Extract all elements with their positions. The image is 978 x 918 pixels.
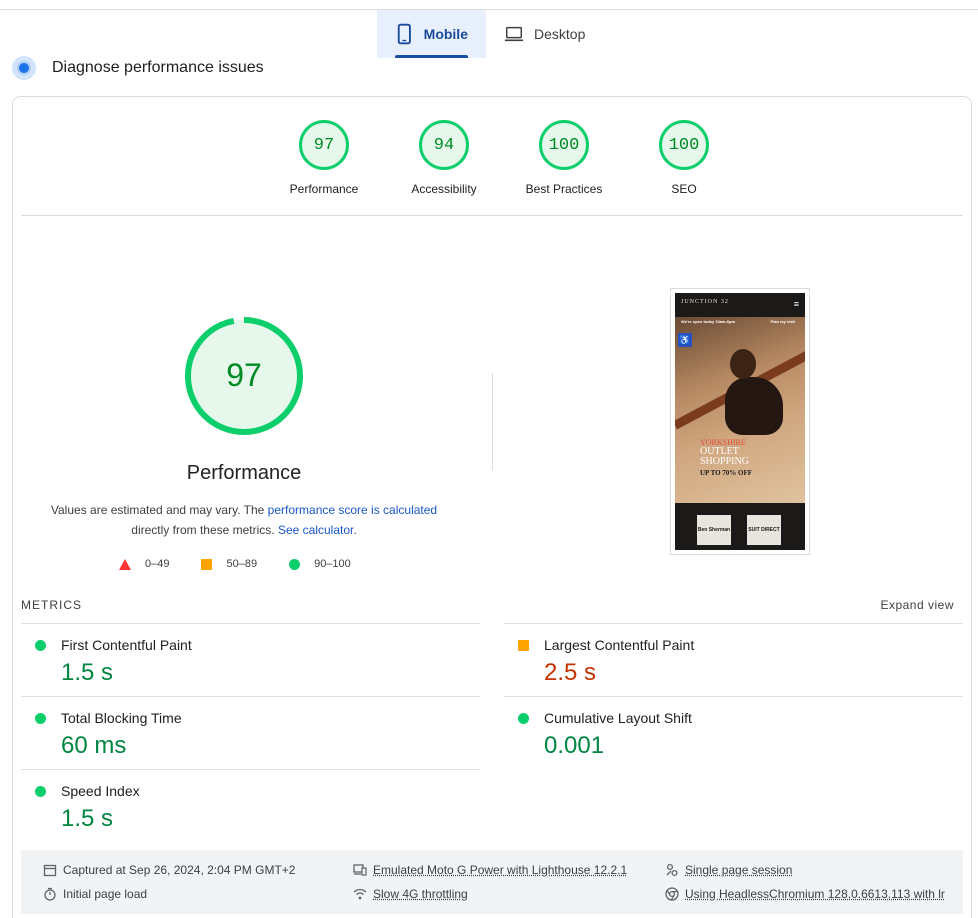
metric-value: 2.5 s [544,659,597,686]
see-calculator-link[interactable]: See calculator [278,523,353,537]
desc-mid: directly from these metrics. [131,523,275,537]
performance-gauge: 97 [185,317,303,435]
score-calculated-link[interactable]: performance score is calculated [268,503,437,517]
timer-icon [44,887,56,901]
browser-info[interactable]: Using HeadlessChromium 128.0.6613.113 wi… [665,887,955,901]
legend-range: 0–49 [145,558,170,570]
performance-title: Performance [186,462,302,484]
lighthouse-icon [12,56,36,80]
gauge-score: 94 [419,120,469,170]
vertical-divider [492,373,493,470]
captured-info: Captured at Sep 26, 2024, 2:04 PM GMT+2 [43,863,295,877]
promo-line: UP TO 70% OFF [700,469,753,477]
tab-desktop-label: Desktop [534,26,586,42]
gauge-score: 100 [539,120,589,170]
metric-value: 1.5 s [61,659,114,686]
metric-name: First Contentful Paint [61,637,192,653]
pass-circle-icon [518,713,529,724]
laptop-icon [504,26,524,42]
session-info[interactable]: Single page session [665,863,792,877]
gauge-score: 97 [299,120,349,170]
circle-icon [289,558,301,570]
expand-view-button[interactable]: Expand view [880,598,954,612]
pass-circle-icon [35,713,46,724]
gauge-score: 100 [659,120,709,170]
legend-item-pass: 90–100 [289,558,351,570]
legend-item-fail: 0–49 [119,558,169,570]
screenshot-logo: JUNCTION 32 [681,299,729,305]
gauge-label: Accessibility [411,182,477,196]
screenshot-hours: We're open today 10am-6pm [681,319,736,324]
gauge-label: Performance [289,182,359,196]
diagnose-heading: Diagnose performance issues [12,56,264,80]
screenshot-screen: JUNCTION 32 ≡ We're open today 10am-6pm … [675,293,805,550]
metric-fcp: First Contentful Paint 1.5 s [21,623,480,696]
run-info-footer: Captured at Sep 26, 2024, 2:04 PM GMT+2 … [21,850,963,914]
throttle-info[interactable]: Slow 4G throttling [353,887,468,901]
tab-mobile[interactable]: Mobile [377,10,486,58]
gauge-seo[interactable]: 100 SEO [624,120,744,196]
average-square-icon [518,640,529,651]
gauge-performance[interactable]: 97 Performance [264,120,384,196]
calendar-icon [43,864,57,877]
pass-circle-icon [35,786,46,797]
load-info: Initial page load [43,887,147,901]
tab-desktop[interactable]: Desktop [486,10,603,58]
metric-value: 1.5 s [61,805,114,832]
diagnose-title: Diagnose performance issues [52,59,264,76]
gauge-best-practices[interactable]: 100 Best Practices [504,120,624,196]
metric-name: Speed Index [61,783,140,799]
promo-line: OUTLET SHOPPING [700,446,749,467]
performance-gauge-score: 97 [226,357,262,393]
gauge-label: SEO [671,182,697,196]
category-gauges: 97 Performance 94 Accessibility 100 Best… [264,120,744,196]
metric-name: Cumulative Layout Shift [544,710,692,726]
hamburger-icon: ≡ [793,299,799,309]
gauge-accessibility[interactable]: 94 Accessibility [384,120,504,196]
square-icon [201,558,213,570]
gauges-divider [21,215,963,216]
score-legend: 0–49 50–89 90–100 [119,558,383,570]
legend-item-average: 50–89 [201,558,257,570]
legend-range: 90–100 [314,558,351,570]
phone-icon [397,23,411,45]
device-tabs: Mobile Desktop [377,10,603,58]
brand-tile: SUIT DIRECT [747,515,781,545]
metric-lcp: Largest Contentful Paint 2.5 s [504,623,963,696]
metric-name: Largest Contentful Paint [544,637,695,653]
pass-circle-icon [35,640,46,651]
triangle-icon [119,558,131,570]
devices-icon [353,864,367,876]
desc-suffix: . [353,523,357,537]
tab-mobile-label: Mobile [423,26,468,42]
metric-value: 0.001 [544,732,605,759]
metric-value: 60 ms [61,732,127,759]
metric-tbt: Total Blocking Time 60 ms [21,696,480,769]
metric-speed-index: Speed Index 1.5 s [21,769,480,842]
metric-name: Total Blocking Time [61,710,182,726]
wifi-icon [353,888,367,900]
final-screenshot[interactable]: JUNCTION 32 ≡ We're open today 10am-6pm … [670,288,810,555]
metrics-heading: METRICS [21,598,82,612]
session-icon [666,863,678,877]
accessibility-icon: ♿ [678,333,692,347]
desc-prefix: Values are estimated and may vary. The [50,503,268,517]
brand-tile: Ben Sherman [697,515,731,545]
screenshot-plan-visit: Plan my visit [770,319,795,324]
device-info[interactable]: Emulated Moto G Power with Lighthouse 12… [353,863,627,877]
chrome-icon [665,887,679,901]
metric-cls: Cumulative Layout Shift 0.001 [504,696,963,769]
gauge-label: Best Practices [525,182,603,196]
performance-description: Values are estimated and may vary. The p… [34,500,454,540]
legend-range: 50–89 [226,558,258,570]
